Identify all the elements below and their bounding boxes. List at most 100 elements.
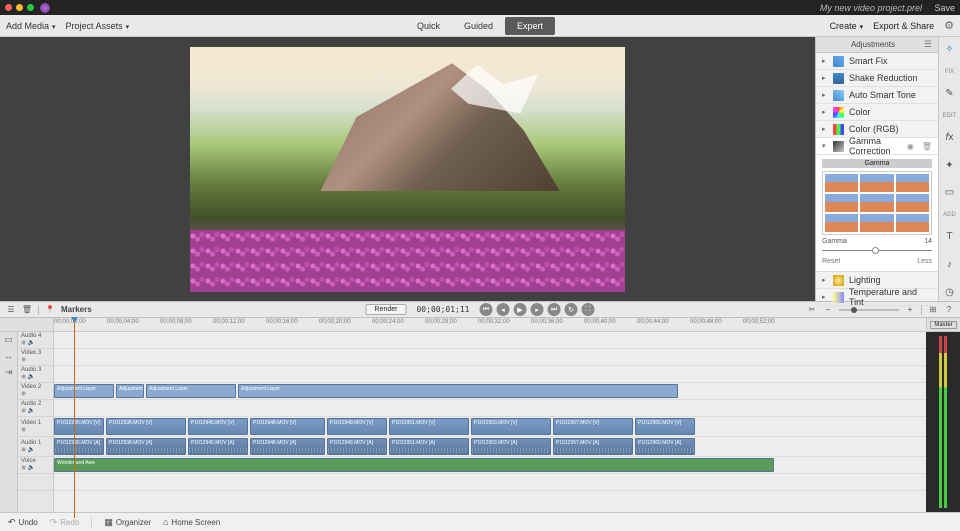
clip-adjustment-layer[interactable]: Adjustment Layer [116, 384, 144, 398]
tab-expert[interactable]: Expert [505, 17, 555, 35]
adj-temp-tint[interactable]: ▸Temperature and Tint [816, 289, 938, 306]
clip-audio[interactable]: P1012951.MOV [A] [389, 438, 469, 455]
marker-pin-icon[interactable]: 📍 [45, 305, 55, 315]
create-menu[interactable]: Create [830, 21, 864, 31]
adj-auto-smart-tone[interactable]: ▸Auto Smart Tone [816, 87, 938, 104]
fullscreen-button[interactable]: ⛶ [581, 303, 594, 316]
maximize-icon[interactable] [27, 4, 34, 11]
track-video2-label[interactable]: Video 2 [21, 384, 41, 391]
slider-handle[interactable] [872, 247, 879, 254]
clip-video[interactable]: P1012948.MOV [V] [250, 418, 325, 435]
clip-audio[interactable]: P1012936.MOV [A] [54, 438, 104, 455]
play-button[interactable]: ▶ [513, 303, 526, 316]
clip-video[interactable]: P1012957.MOV [V] [553, 418, 633, 435]
fx-icon[interactable]: 𝑓x [941, 129, 959, 147]
project-assets-menu[interactable]: Project Assets [66, 21, 130, 31]
zoom-handle[interactable] [851, 307, 857, 313]
clip-audio[interactable]: P1012948.MOV [A] [250, 438, 325, 455]
gamma-preset[interactable] [825, 214, 858, 232]
save-button[interactable]: Save [934, 3, 955, 13]
clip-audio[interactable]: P1012949.MOV [A] [327, 438, 387, 455]
gamma-preset[interactable] [896, 214, 929, 232]
track-video3-label[interactable]: Video 3 [21, 350, 41, 357]
zoom-out-icon[interactable]: – [823, 305, 833, 315]
help-icon[interactable]: ? [944, 305, 954, 315]
export-share-button[interactable]: Export & Share [873, 21, 934, 31]
goto-end-button[interactable]: ⏭ [547, 303, 560, 316]
clip-video[interactable]: P1012953.MOV [V] [471, 418, 551, 435]
track-audio1-label[interactable]: Audio 1 [21, 440, 41, 447]
window-controls[interactable] [5, 4, 34, 11]
settings-gear-icon[interactable]: ⚙ [944, 19, 954, 32]
organizer-button[interactable]: ▦Organizer [104, 517, 151, 528]
minimize-icon[interactable] [16, 4, 23, 11]
track-voice-label[interactable]: Voice [21, 458, 36, 465]
gamma-preset[interactable] [896, 194, 929, 212]
gamma-slider[interactable] [822, 246, 932, 256]
fix-tab-icon[interactable]: ✧ [941, 41, 959, 59]
adj-gamma[interactable]: ▾Gamma Correction◉🗑 [816, 138, 938, 155]
clip-voice[interactable]: Wonder and Awe [54, 458, 774, 472]
edit-tab-icon[interactable]: ✎ [941, 85, 959, 103]
tools-icon[interactable]: ✂ [807, 305, 817, 315]
graphics-icon[interactable]: ◷ [941, 283, 959, 301]
time-stretch-tool-icon[interactable]: ↔ [4, 351, 13, 361]
clip-audio[interactable]: P1012957.MOV [A] [553, 438, 633, 455]
clip-video[interactable]: P1012949.MOV [V] [327, 418, 387, 435]
clip-adjustment-layer[interactable]: Adjustment Layer [238, 384, 678, 398]
render-button[interactable]: Render [366, 304, 407, 315]
clip-audio[interactable]: P1012953.MOV [A] [471, 438, 551, 455]
tab-quick[interactable]: Quick [405, 17, 452, 35]
markers-label[interactable]: Markers [61, 305, 92, 314]
step-forward-button[interactable]: ▸ [530, 303, 543, 316]
home-screen-button[interactable]: ⌂Home Screen [163, 517, 220, 527]
clip-audio[interactable]: P1012960.MOV [A] [635, 438, 695, 455]
undo-button[interactable]: ↶Undo [8, 517, 38, 528]
clip-adjustment-layer[interactable]: Adjustment Layer [146, 384, 236, 398]
master-badge[interactable]: Master [930, 321, 956, 329]
close-icon[interactable] [5, 4, 12, 11]
tab-guided[interactable]: Guided [452, 17, 505, 35]
transitions-icon[interactable]: ▭ [941, 184, 959, 202]
gamma-preset[interactable] [860, 214, 893, 232]
music-icon[interactable]: ♪ [941, 256, 959, 274]
clip-video[interactable]: P1012938.MOV [V] [106, 418, 186, 435]
gamma-preset[interactable] [860, 174, 893, 192]
gamma-preset[interactable] [896, 174, 929, 192]
titles-icon[interactable]: T [941, 228, 959, 246]
goto-start-button[interactable]: ⏮ [479, 303, 492, 316]
track-audio3-label[interactable]: Audio 3 [21, 367, 41, 374]
gamma-preset[interactable] [825, 174, 858, 192]
timeline-ruler[interactable]: 00;00;00;0000;00;04;0000;00;08;0000;00;1… [0, 318, 960, 332]
ruler-ticks[interactable]: 00;00;00;0000;00;04;0000;00;08;0000;00;1… [54, 318, 926, 331]
gamma-preset[interactable] [825, 194, 858, 212]
timecode-display[interactable]: 00;00;01;11 [416, 305, 469, 314]
clip-audio[interactable]: P1012938.MOV [A] [106, 438, 186, 455]
loop-button[interactable]: ↻ [564, 303, 577, 316]
clip-video[interactable]: P1012960.MOV [V] [635, 418, 695, 435]
clip-video[interactable]: P1012945.MOV [V] [188, 418, 248, 435]
track-audio4-label[interactable]: Audio 4 [21, 333, 41, 340]
notifications-icon[interactable]: ☰ [924, 39, 932, 50]
adj-color[interactable]: ▸Color [816, 104, 938, 121]
add-media-menu[interactable]: Add Media [6, 21, 56, 31]
gamma-less-button[interactable]: Less [917, 258, 932, 265]
gamma-reset-button[interactable]: Reset [822, 258, 840, 265]
zoom-slider[interactable] [839, 309, 899, 311]
clip-video[interactable]: P1012936.MOV [V] [54, 418, 104, 435]
delete-trash-icon[interactable]: 🗑 [922, 142, 932, 151]
snap-icon[interactable]: ⊞ [928, 305, 938, 315]
zoom-in-icon[interactable]: + [905, 305, 915, 315]
track-select-tool-icon[interactable]: ⇥ [5, 367, 13, 378]
adj-shake-reduction[interactable]: ▸Shake Reduction [816, 70, 938, 87]
preview-frame[interactable] [190, 47, 625, 292]
clip-adjustment-layer[interactable]: Adjustment Layer [54, 384, 114, 398]
step-back-button[interactable]: ◂ [496, 303, 509, 316]
effects-icon[interactable]: ✦ [941, 156, 959, 174]
track-content-area[interactable]: Adjustment Layer Adjustment Layer Adjust… [54, 332, 926, 512]
track-video1-label[interactable]: Video 1 [21, 420, 41, 427]
selection-tool-icon[interactable]: ▭ [4, 334, 13, 345]
properties-icon[interactable]: ☰ [6, 305, 16, 315]
track-audio2-label[interactable]: Audio 2 [21, 401, 41, 408]
redo-button[interactable]: ↷Redo [50, 517, 80, 528]
